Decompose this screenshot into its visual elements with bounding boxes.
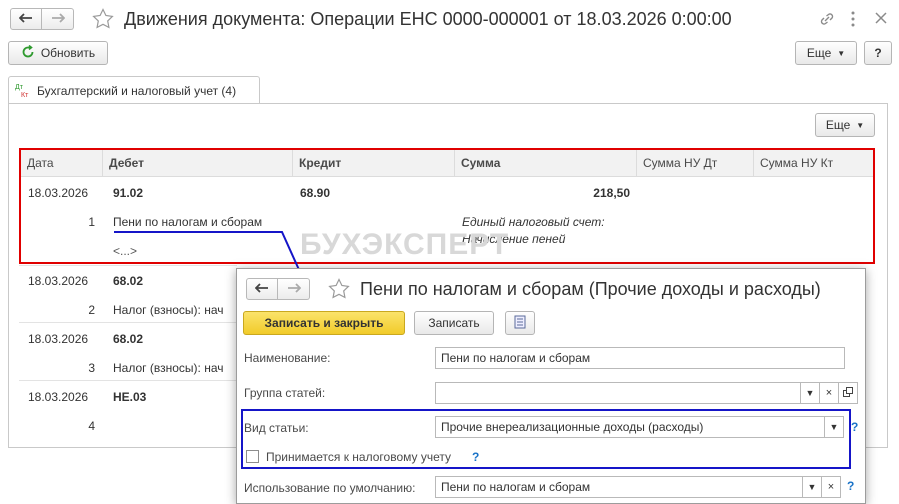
dialog-title: Пени по налогам и сборам (Прочие доходы … [360, 279, 821, 299]
link-icon[interactable] [818, 10, 836, 31]
arrow-right-icon [51, 12, 65, 26]
dropdown-arrow-icon: ▼ [807, 482, 817, 492]
row-debit-subconto: Налог (взносы): нач [113, 303, 224, 317]
row-date: 18.03.2026 [28, 390, 89, 404]
arrow-right-icon [287, 282, 301, 296]
report-button[interactable] [505, 311, 535, 335]
dropdown-arrow-icon: ▼ [837, 48, 846, 58]
refresh-button[interactable]: Обновить [8, 41, 108, 65]
row-debit: 68.02 [113, 274, 144, 288]
highlight-frame-blue [241, 409, 851, 469]
list-report-icon [514, 315, 526, 332]
more-button[interactable]: Еще ▼ [795, 41, 857, 65]
star-icon[interactable] [92, 8, 114, 33]
row-debit-subconto: Налог (взносы): нач [113, 361, 224, 375]
save-and-close-button[interactable]: Записать и закрыть [243, 311, 405, 335]
more-label: Еще [806, 46, 832, 60]
help-label: ? [874, 46, 882, 60]
forward-button[interactable] [42, 8, 74, 30]
default-dropdown-button[interactable]: ▼ [802, 476, 822, 498]
default-usage-field[interactable]: Пени по налогам и сборам [435, 476, 803, 498]
open-window-icon [843, 387, 853, 399]
refresh-label: Обновить [40, 46, 96, 60]
row-number: 2 [88, 303, 95, 317]
name-field[interactable]: Пени по налогам и сборам [435, 347, 845, 369]
kind-help-icon[interactable]: ? [851, 420, 858, 434]
row-number: 4 [88, 419, 95, 433]
clear-icon: × [827, 481, 835, 493]
group-dropdown-button[interactable]: ▼ [800, 382, 820, 404]
save-label: Записать [428, 316, 480, 330]
dropdown-arrow-icon: ▼ [805, 388, 815, 398]
dialog-forward-button[interactable] [278, 278, 310, 300]
star-icon[interactable] [328, 278, 350, 303]
close-icon[interactable] [874, 11, 888, 28]
tab-label: Бухгалтерский и налоговый учет (4) [37, 83, 237, 98]
panel-more-label: Еще [825, 118, 851, 132]
default-help-icon[interactable]: ? [847, 479, 854, 493]
tab-accounting[interactable]: Дт Кт Бухгалтерский и налоговый учет (4) [8, 76, 260, 104]
window-title: Движения документа: Операции ЕНС 0000-00… [124, 9, 732, 29]
arrow-left-icon [18, 12, 33, 26]
default-clear-button[interactable]: × [821, 476, 841, 498]
dialog-back-button[interactable] [246, 278, 278, 300]
item-dialog: Пени по налогам и сборам (Прочие доходы … [236, 268, 866, 504]
save-button[interactable]: Записать [414, 311, 494, 335]
save-and-close-label: Записать и закрыть [264, 316, 384, 330]
dropdown-arrow-icon: ▼ [856, 120, 865, 130]
group-open-button[interactable] [838, 382, 858, 404]
default-usage-label: Использование по умолчанию: [244, 481, 416, 495]
clear-icon: × [825, 387, 833, 399]
row-debit: 68.02 [113, 332, 144, 346]
arrow-left-icon [254, 282, 269, 296]
help-button[interactable]: ? [864, 41, 892, 65]
back-button[interactable] [10, 8, 42, 30]
panel-more-button[interactable]: Еще ▼ [815, 113, 875, 137]
group-field[interactable] [435, 382, 801, 404]
row-date: 18.03.2026 [28, 274, 89, 288]
refresh-icon [21, 44, 35, 62]
row-number: 3 [88, 361, 95, 375]
debit-credit-icon: Дт Кт [15, 83, 29, 99]
group-clear-button[interactable]: × [819, 382, 839, 404]
row-debit: НЕ.03 [113, 390, 147, 404]
group-label: Группа статей: [244, 386, 326, 400]
row-date: 18.03.2026 [28, 332, 89, 346]
name-label: Наименование: [244, 351, 331, 365]
more-vertical-icon[interactable] [850, 10, 856, 31]
